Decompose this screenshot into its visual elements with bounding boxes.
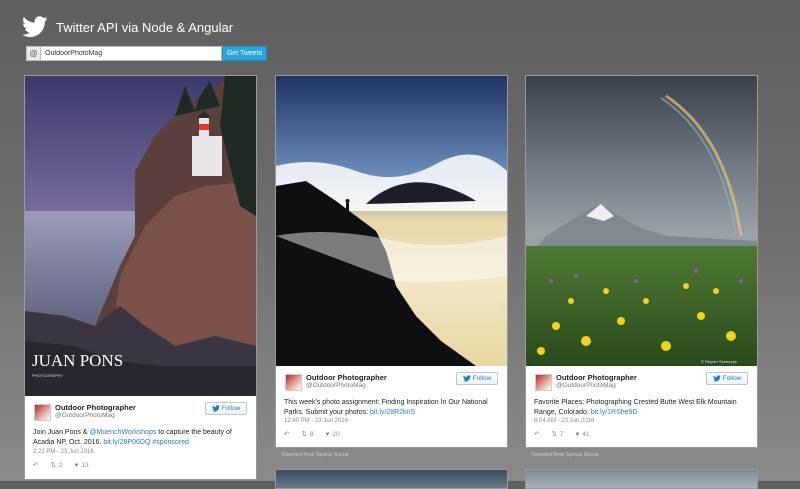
like-count: 20 <box>332 430 340 438</box>
like-button[interactable]: ♥ 41 <box>576 431 590 438</box>
follow-button[interactable]: Follow <box>706 372 748 385</box>
svg-text:PHOTOGRAPHY: PHOTOGRAPHY <box>32 373 63 378</box>
tweet-card-partial <box>275 469 508 489</box>
user-name[interactable]: Outdoor Photographer <box>306 373 387 382</box>
tweet-link[interactable]: bit.ly/1RShe9D <box>591 409 638 416</box>
follow-label: Follow <box>722 375 742 382</box>
user-handle[interactable]: @OutdoorPhotoMag <box>306 382 366 389</box>
svg-text:Photo by Andrey Kabanov-Martin: Photo by Andrey Kabanov-Martin <box>498 302 503 361</box>
twitter-bird-icon <box>712 375 721 382</box>
tweet-meta: Outdoor Photographer @OutdoorPhotoMag Fo… <box>25 396 256 481</box>
tweet-date[interactable]: 2:22 PM - 23 Jun 2016 <box>33 449 94 455</box>
user-handle[interactable]: @OutdoorPhotoMag <box>556 382 616 389</box>
tweet-card-partial <box>525 469 758 489</box>
tweet-actions: ↶ ⇅ 8 ♥ 20 <box>284 430 340 439</box>
twitter-bird-icon <box>462 375 471 382</box>
user-name[interactable]: Outdoor Photographer <box>55 403 136 412</box>
retweet-count: 2 <box>58 461 63 469</box>
follow-label: Follow <box>221 405 241 412</box>
search-input[interactable] <box>40 46 222 61</box>
tweet-link[interactable]: bit.ly/28R2knS <box>370 409 415 416</box>
retweet-count: 8 <box>309 430 314 438</box>
tweet-image <box>526 470 757 488</box>
tweet-image: Photo by Andrey Kabanov-Martin <box>276 76 507 366</box>
retweet-button[interactable]: ⇅ 2 <box>50 461 63 470</box>
tweet-actions: ↶ ⇅ 2 ♥ 13 <box>33 461 89 470</box>
retweet-button[interactable]: ⇅ 8 <box>301 430 314 439</box>
tweet-image: JUAN PONS PHOTOGRAPHY <box>25 76 256 396</box>
sprout-footer: Tweeted from Sprout Social <box>531 452 599 458</box>
retweet-icon: ⇅ <box>551 431 557 438</box>
heart-icon: ♥ <box>74 461 79 469</box>
user-handle[interactable]: @OutdoorPhotoMag <box>55 412 115 419</box>
reply-button[interactable]: ↶ <box>534 430 539 438</box>
reply-button[interactable]: ↶ <box>284 430 289 438</box>
tweet-text: Join Juan Pons & @MuenchWorkshops to cap… <box>33 429 232 446</box>
heart-icon: ♥ <box>325 430 330 438</box>
follow-label: Follow <box>472 375 492 382</box>
heart-icon: ♥ <box>575 430 580 438</box>
svg-text:© Reyner Szewczyk: © Reyner Szewczyk <box>701 359 737 364</box>
reply-icon: ↶ <box>33 462 39 469</box>
reply-button[interactable]: ↶ <box>33 461 38 469</box>
retweet-button[interactable]: ⇅ 7 <box>551 430 564 439</box>
get-tweets-button[interactable]: Get Tweets <box>222 46 267 61</box>
tweet-date[interactable]: 8:04 AM - 23 Jun 2016 <box>534 418 594 424</box>
tweet-card-2: Photo by Andrey Kabanov-Martin Outdoor P… <box>275 75 508 448</box>
like-button[interactable]: ♥ 20 <box>326 431 340 438</box>
reply-icon: ↶ <box>534 431 540 438</box>
search-bar: @ Get Tweets <box>26 46 267 61</box>
avatar[interactable] <box>285 374 302 391</box>
watermark-logo: JUAN PONS <box>32 351 123 370</box>
retweet-icon: ⇅ <box>301 431 307 438</box>
hashtag-link[interactable]: #sponsored <box>150 439 189 446</box>
like-count: 13 <box>81 461 89 469</box>
at-prefix: @ <box>26 46 40 61</box>
follow-button[interactable]: Follow <box>456 372 498 385</box>
app-header: Twitter API via Node & Angular <box>22 12 233 42</box>
tweet-meta: Outdoor Photographer @OutdoorPhotoMag Fo… <box>276 366 507 449</box>
avatar[interactable] <box>535 374 552 391</box>
tweet-image: © Reyner Szewczyk <box>526 76 757 366</box>
tweet-image <box>276 470 507 488</box>
user-name[interactable]: Outdoor Photographer <box>556 373 637 382</box>
tweet-text: This week's photo assignment: Finding In… <box>284 399 488 416</box>
tweet-meta: Outdoor Photographer @OutdoorPhotoMag Fo… <box>526 366 757 449</box>
avatar[interactable] <box>34 404 51 421</box>
tweet-card-3: © Reyner Szewczyk Outdoor Photographer @… <box>525 75 758 448</box>
like-button[interactable]: ♥ 13 <box>75 462 89 469</box>
sprout-footer: Tweeted from Sprout Social <box>281 452 349 458</box>
twitter-bird-icon <box>211 405 220 412</box>
twitter-bird-icon <box>22 16 48 37</box>
tweet-actions: ↶ ⇅ 7 ♥ 41 <box>534 430 590 439</box>
follow-button[interactable]: Follow <box>205 402 247 415</box>
app-title: Twitter API via Node & Angular <box>56 19 234 35</box>
like-count: 41 <box>582 430 590 438</box>
tweet-text: Favorite Places: Photographing Crested B… <box>534 399 737 416</box>
tweet-card-1: JUAN PONS PHOTOGRAPHY Outdoor Photograph… <box>24 75 257 480</box>
reply-icon: ↶ <box>284 431 290 438</box>
mention-link[interactable]: @MuenchWorkshops <box>89 429 156 436</box>
retweet-count: 7 <box>559 430 564 438</box>
tweet-date[interactable]: 12:40 PM - 23 Jun 2016 <box>284 418 348 424</box>
tweet-link[interactable]: bit.ly/28P06DQ <box>103 439 150 446</box>
retweet-icon: ⇅ <box>50 462 56 469</box>
